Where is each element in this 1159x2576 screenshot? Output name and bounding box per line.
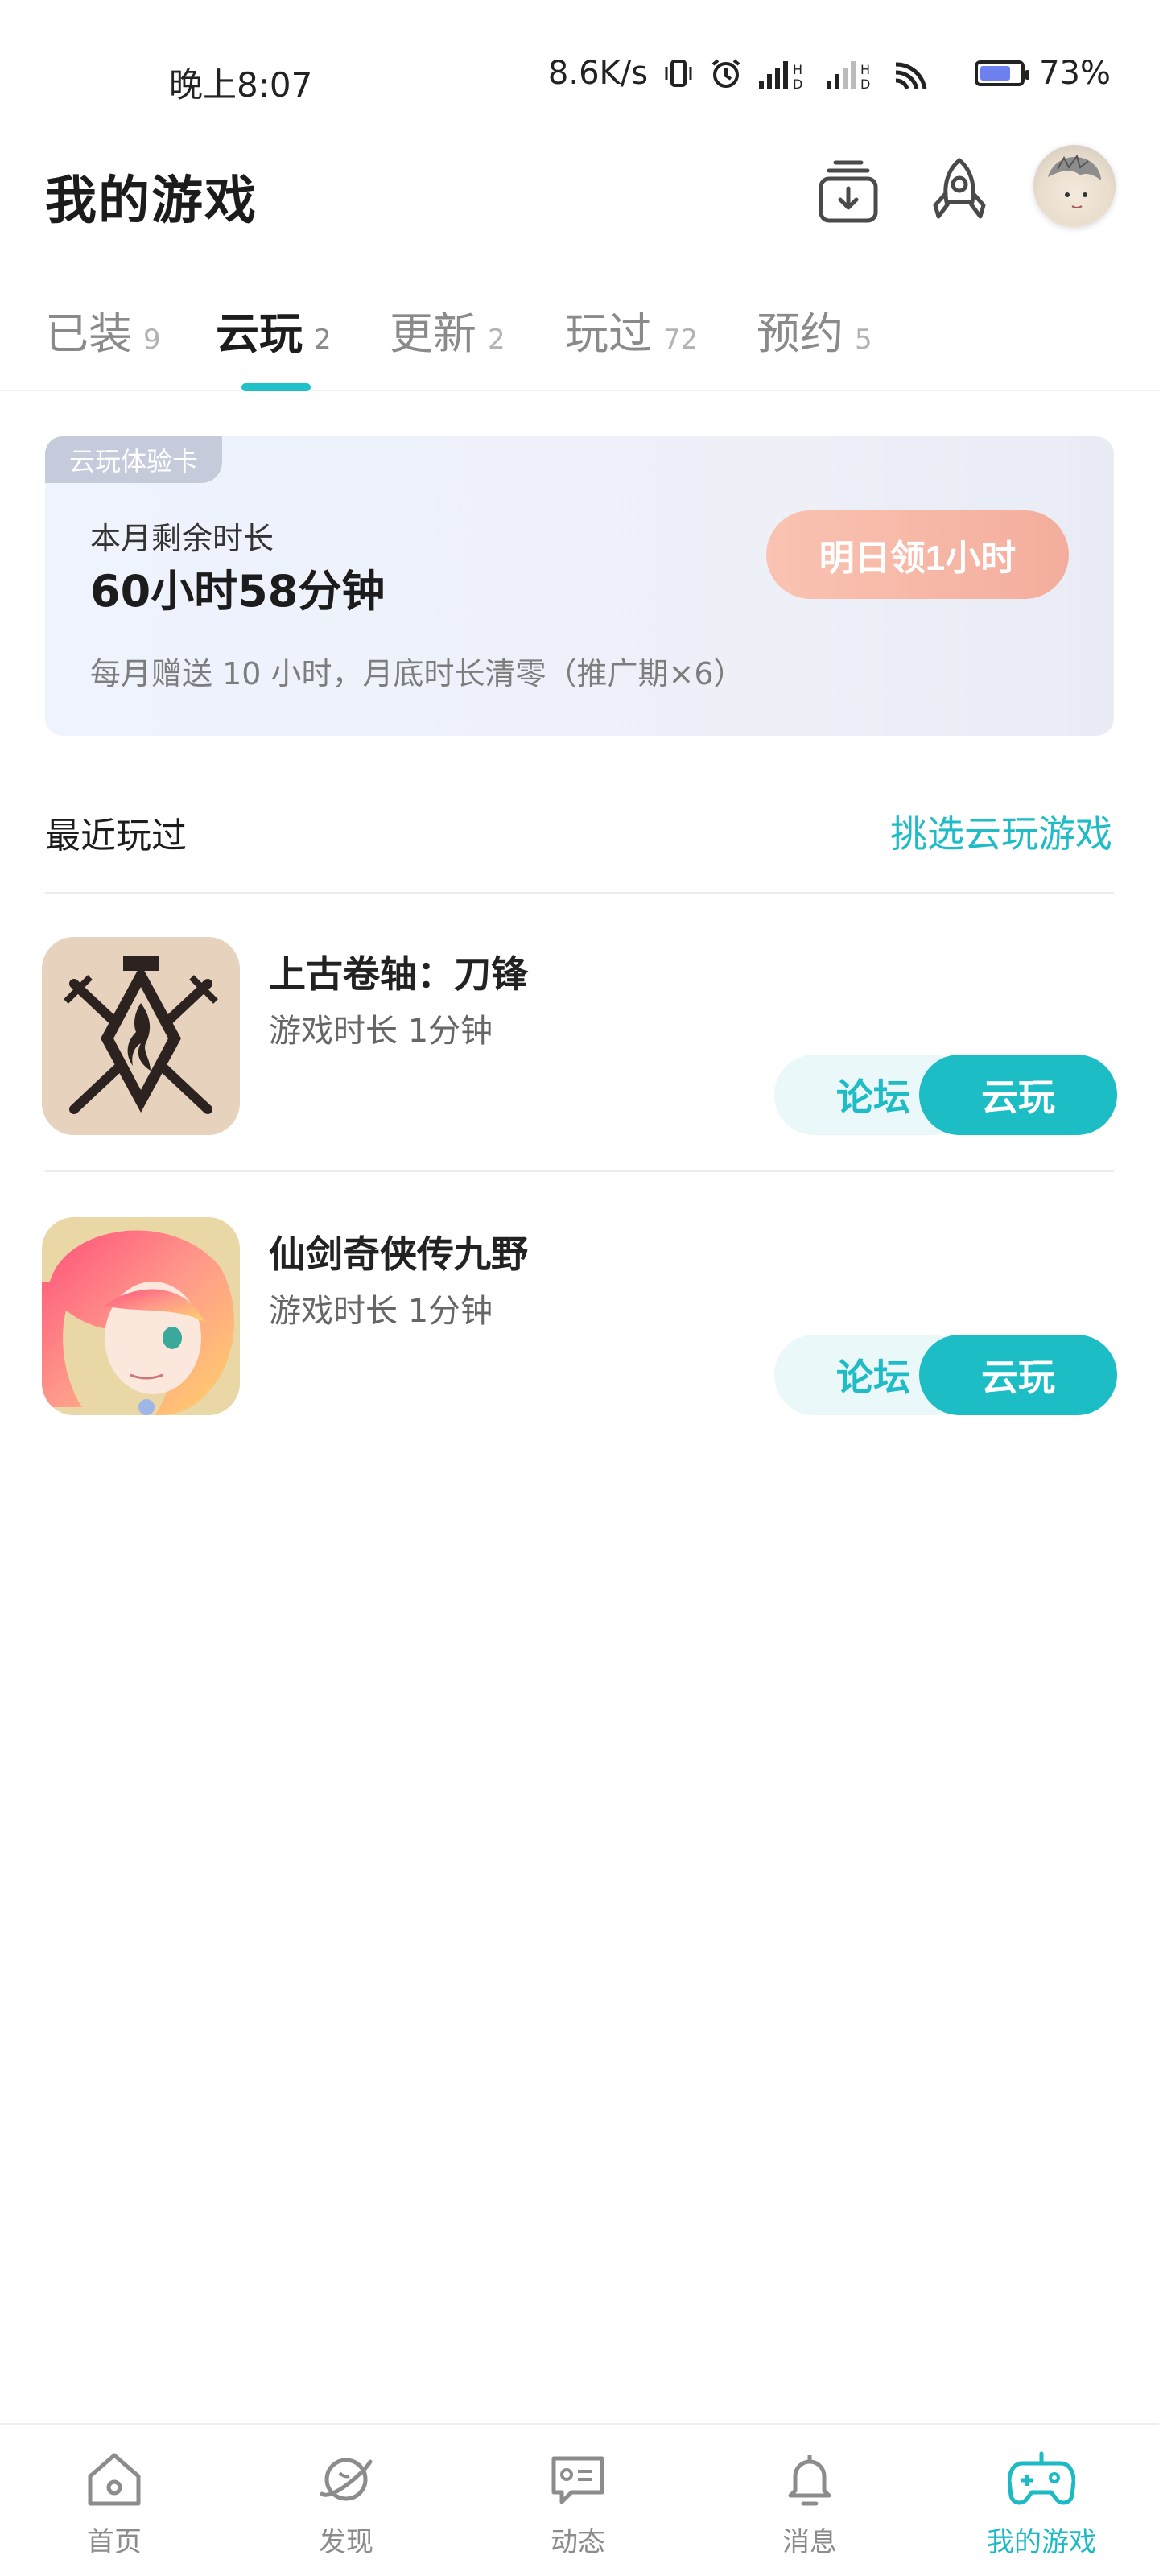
gamepad-icon	[1008, 2451, 1075, 2505]
network-speed: 8.6K/s	[547, 55, 649, 92]
nav-label: 动态	[551, 2526, 605, 2558]
status-time: 晚上8:07	[169, 65, 313, 105]
avatar-image	[1048, 154, 1101, 208]
divider	[45, 1170, 1114, 1172]
page-title: 我的游戏	[45, 171, 258, 231]
divider	[45, 892, 1114, 894]
signal-hd-2-icon: HD	[827, 61, 870, 90]
tab-cloud[interactable]: 云玩 2	[216, 298, 332, 361]
tab-label: 已装	[45, 308, 132, 359]
game-icon-xianjian	[42, 1217, 240, 1415]
wifi-icon	[895, 62, 927, 89]
tab-bar: 已装 9 云玩 2 更新 2 玩过 72 预约 5	[0, 274, 1159, 391]
nav-feed[interactable]: 动态	[497, 2449, 658, 2559]
battery-icon	[975, 60, 1030, 86]
tab-reserved[interactable]: 预约 5	[757, 298, 872, 361]
signal-hd-icon: HD	[759, 61, 802, 90]
card-tag: 云玩体验卡	[45, 436, 223, 483]
bell-icon	[788, 2455, 831, 2506]
page-header: 我的游戏	[0, 145, 1159, 258]
bottom-nav: 首页 发现 动态 消息 我的游戏	[0, 2423, 1159, 2576]
nav-my-games[interactable]: 我的游戏	[961, 2449, 1122, 2559]
rocket-icon	[933, 158, 986, 219]
nav-label: 消息	[782, 2526, 837, 2558]
tab-label: 更新	[390, 308, 476, 359]
nav-discover[interactable]: 发现	[266, 2449, 427, 2559]
tab-count: 2	[488, 324, 505, 356]
tab-played[interactable]: 玩过 72	[565, 298, 698, 361]
remaining-time-label: 本月剩余时长	[90, 521, 274, 556]
battery-percent: 73%	[1039, 55, 1111, 92]
game-playtime: 游戏时长 1分钟	[269, 1013, 493, 1050]
browse-cloud-games-link[interactable]: 挑选云玩游戏	[890, 805, 1112, 858]
tab-label: 预约	[757, 308, 843, 359]
svg-text:H: H	[793, 62, 802, 77]
claim-tomorrow-button[interactable]: 明日领1小时	[766, 510, 1069, 599]
game-row[interactable]: 仙剑奇侠传九野 游戏时长 1分钟 论坛 云玩	[42, 1217, 1117, 1418]
active-tab-indicator	[241, 383, 311, 391]
tab-label: 云玩	[216, 308, 303, 359]
avatar[interactable]	[1033, 145, 1116, 227]
remaining-time-value: 60小时58分钟	[90, 566, 386, 617]
cloud-play-button[interactable]: 云玩	[919, 1055, 1117, 1135]
download-manager-icon	[819, 160, 878, 223]
nav-home[interactable]: 首页	[34, 2449, 195, 2559]
card-note: 每月赠送 10 小时，月底时长清零（推广期×6）	[90, 656, 744, 691]
anime-character-icon	[42, 1217, 240, 1415]
game-name: 上古卷轴：刀锋	[269, 952, 528, 996]
tab-installed[interactable]: 已装 9	[45, 298, 161, 361]
tab-count: 2	[314, 324, 332, 356]
cloud-play-button[interactable]: 云玩	[919, 1335, 1117, 1415]
game-playtime: 游戏时长 1分钟	[269, 1293, 493, 1330]
tab-label: 玩过	[565, 308, 652, 359]
game-name: 仙剑奇侠传九野	[269, 1232, 528, 1276]
skyrim-emblem-icon	[42, 937, 240, 1135]
game-icon-elder-scrolls	[42, 937, 240, 1135]
game-row[interactable]: 上古卷轴：刀锋 游戏时长 1分钟 论坛 云玩	[42, 937, 1117, 1138]
nav-messages[interactable]: 消息	[729, 2449, 890, 2559]
tab-count: 72	[663, 324, 699, 356]
status-right: 8.6K/s HD HD 73%	[548, 55, 1111, 92]
chat-card-icon	[551, 2456, 604, 2504]
svg-text:D: D	[793, 76, 802, 90]
nav-label: 发现	[319, 2526, 373, 2558]
alarm-icon	[711, 59, 740, 88]
nav-label: 我的游戏	[987, 2526, 1096, 2558]
tab-updates[interactable]: 更新 2	[390, 298, 505, 361]
recent-played-title: 最近玩过	[45, 815, 187, 857]
speed-up-button[interactable]	[919, 151, 1000, 232]
download-manager-button[interactable]	[808, 151, 889, 232]
cloud-experience-card: 云玩体验卡 本月剩余时长 60小时58分钟 明日领1小时 每月赠送 10 小时，…	[45, 436, 1114, 736]
svg-text:D: D	[860, 76, 870, 90]
tab-count: 5	[855, 324, 872, 356]
tab-count: 9	[143, 324, 161, 356]
nav-label: 首页	[87, 2526, 142, 2558]
planet-icon	[320, 2458, 373, 2501]
status-bar: 晚上8:07 8.6K/s HD HD 73%	[0, 0, 1159, 145]
svg-text:H: H	[860, 62, 870, 77]
home-icon	[88, 2453, 141, 2506]
vibrate-icon	[665, 60, 692, 87]
